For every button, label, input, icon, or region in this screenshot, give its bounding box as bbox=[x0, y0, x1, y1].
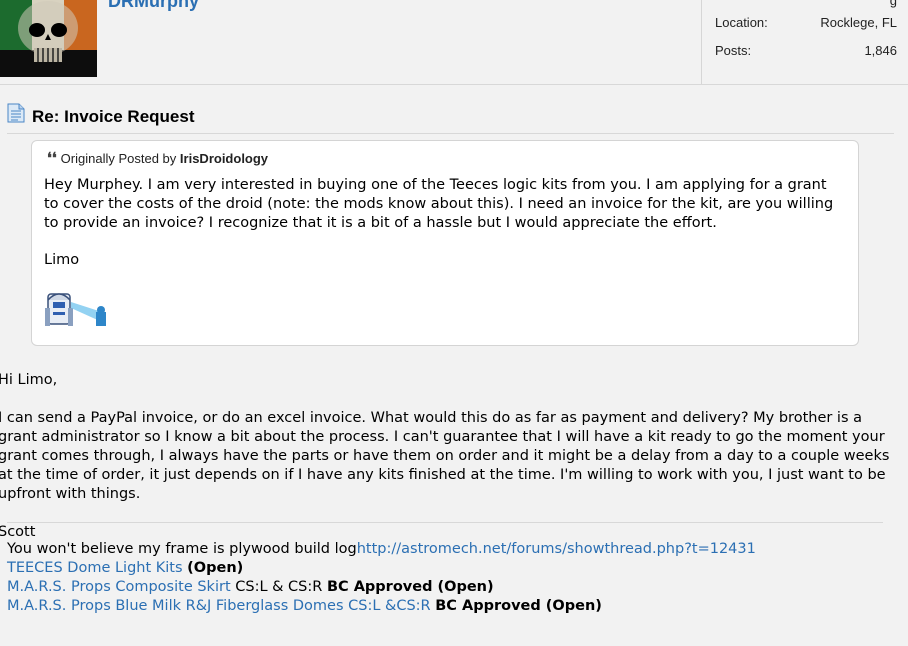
stat-location: Location: Rocklege, FL bbox=[715, 15, 897, 33]
message-greeting: Hi Limo, bbox=[0, 372, 58, 388]
avatar[interactable] bbox=[0, 0, 97, 77]
signature-line: You won't believe my frame is plywood bu… bbox=[7, 540, 756, 559]
post-title-text: Re: Invoice Request bbox=[32, 107, 195, 126]
message-paragraph: I can send a PayPal invoice, or do an ex… bbox=[0, 410, 890, 502]
username-link[interactable]: DRMurphy bbox=[108, 0, 199, 12]
teeces-link[interactable]: TEECES Dome Light Kits bbox=[7, 560, 183, 576]
signature-text: CS:L & CS:R bbox=[235, 579, 323, 595]
signature-line: M.A.R.S. Props Blue Milk R&J Fiberglass … bbox=[7, 597, 756, 616]
signature-divider bbox=[7, 522, 883, 523]
document-icon bbox=[7, 103, 25, 123]
post-message: Hi Limo, I can send a PayPal invoice, or… bbox=[0, 371, 903, 561]
divider bbox=[7, 133, 894, 134]
signature: You won't believe my frame is plywood bu… bbox=[7, 540, 756, 616]
signature-line: M.A.R.S. Props Composite Skirt CS:L & CS… bbox=[7, 578, 756, 597]
stat-label: Posts: bbox=[715, 43, 752, 58]
status-text: BC Approved (Open) bbox=[435, 598, 602, 614]
user-stats: g Location: Rocklege, FL Posts: 1,846 bbox=[701, 0, 908, 84]
quote-header: ❛❛ Originally Posted by IrisDroidology bbox=[47, 149, 268, 167]
quote-prefix: Originally Posted by bbox=[60, 151, 177, 166]
quote-box: ❛❛ Originally Posted by IrisDroidology He… bbox=[31, 140, 859, 346]
quote-author-link[interactable]: IrisDroidology bbox=[180, 151, 268, 166]
r2d2-signature-image bbox=[45, 293, 106, 326]
domes-link[interactable]: M.A.R.S. Props Blue Milk R&J Fiberglass … bbox=[7, 598, 431, 614]
signature-line: TEECES Dome Light Kits (Open) bbox=[7, 559, 756, 578]
skull-avatar-image bbox=[0, 0, 97, 77]
build-log-link[interactable]: http://astromech.net/forums/showthread.p… bbox=[357, 541, 756, 557]
stat-value: 1,846 bbox=[864, 43, 897, 58]
quote-icon: ❛❛ bbox=[47, 150, 57, 167]
quote-sign: Limo bbox=[44, 252, 80, 268]
status-text: (Open) bbox=[187, 560, 244, 576]
stat-posts: Posts: 1,846 bbox=[715, 43, 897, 61]
stat-cut-off: g bbox=[889, 0, 897, 8]
stat-label: Location: bbox=[715, 15, 768, 30]
user-info-panel: DRMurphy g Location: Rocklege, FL Posts:… bbox=[0, 0, 908, 85]
signature-text: You won't believe my frame is plywood bu… bbox=[7, 541, 357, 557]
status-text: BC Approved (Open) bbox=[326, 579, 494, 595]
stat-value: Rocklege, FL bbox=[820, 15, 897, 30]
skirt-link[interactable]: M.A.R.S. Props Composite Skirt bbox=[7, 579, 231, 595]
quote-body: Hey Murphey. I am very interested in buy… bbox=[44, 177, 834, 231]
